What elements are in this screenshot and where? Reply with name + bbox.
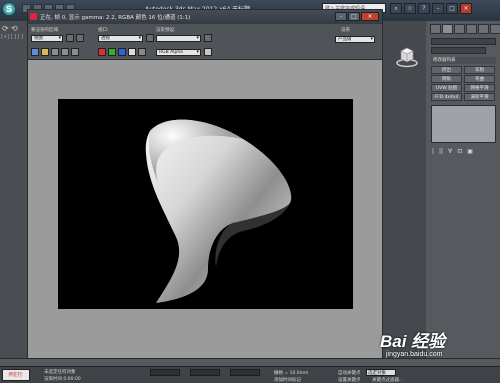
configure-sets-icon[interactable]: ▣ — [467, 148, 473, 155]
modifier-button[interactable]: FFD 4x4x4 — [431, 93, 462, 101]
unlink-icon[interactable]: ⟲ — [11, 25, 19, 33]
command-panel-tabs — [430, 24, 500, 34]
selection-status: 未选定任何对象 — [44, 370, 76, 375]
help-icon[interactable]: ? — [418, 3, 430, 14]
area-to-render-label: 要渲染的区域: — [31, 28, 60, 33]
render-preset-label: 渲染预设: — [156, 28, 176, 33]
modifier-stack[interactable] — [431, 105, 496, 143]
key-filter-button[interactable]: 关键点过滤器... — [372, 377, 403, 383]
coord-y-field[interactable] — [190, 369, 220, 376]
modifier-button[interactable]: 网格平滑 — [464, 84, 495, 92]
watermark-brand: Bai 经验 — [380, 332, 446, 351]
auto-region-icon[interactable] — [76, 34, 84, 42]
modifier-stack-tools: | || ∀ ⊡ ▣ — [432, 148, 473, 155]
modifier-button[interactable]: UVW 贴图 — [431, 84, 462, 92]
rendered-image — [58, 99, 353, 309]
maxscript-listener-button[interactable]: 所在行: — [2, 369, 30, 381]
tab-create[interactable] — [430, 24, 441, 34]
app-logo-letter: S — [6, 4, 13, 14]
frame-window-controls: – □ × — [335, 12, 379, 21]
link-icon[interactable]: ⟳ — [2, 25, 10, 33]
minimize-icon[interactable]: – — [432, 3, 444, 14]
modifier-list-dropdown[interactable]: 修改器列表 — [431, 57, 496, 64]
tab-display[interactable] — [478, 24, 489, 34]
add-time-tag-button[interactable]: 添加时间标记 — [274, 377, 301, 383]
object-color-field[interactable] — [431, 47, 486, 54]
remove-modifier-icon[interactable]: ⊡ — [457, 148, 462, 155]
pin-stack-icon[interactable]: | — [432, 148, 434, 155]
binoculars-icon[interactable]: ⌕ — [390, 3, 402, 14]
viewport-label[interactable]: [+] [ ] [ ] — [1, 34, 23, 40]
save-image-icon[interactable] — [31, 48, 39, 56]
status-bar: 所在行: 未选定任何对象 渲染时间 0:00:00 栅格 = 10.0mm 添加… — [0, 366, 500, 383]
close-icon[interactable]: × — [361, 12, 379, 21]
coord-x-field[interactable] — [150, 369, 180, 376]
frame-window-toolbar: 要渲染的区域: 视图 视口: 透视 渲染预设: 渲染 产品级 RGB Alpha — [28, 24, 382, 60]
alpha-channel-icon[interactable] — [128, 48, 136, 56]
green-channel-icon[interactable] — [108, 48, 116, 56]
modifier-button[interactable]: 挤出 — [431, 66, 462, 74]
rendered-object — [145, 119, 292, 303]
set-key-label: 设置关键点 — [338, 378, 361, 383]
render-label: 渲染 — [341, 28, 350, 33]
render-mode-dropdown[interactable]: 产品级 — [335, 36, 375, 43]
area-to-render-dropdown[interactable]: 视图 — [31, 35, 63, 42]
coord-z-field[interactable] — [230, 369, 260, 376]
watermark: Bai 经验 — [380, 327, 445, 352]
copy-image-icon[interactable] — [41, 48, 49, 56]
app-logo[interactable]: S — [2, 2, 16, 16]
clone-frame-icon[interactable] — [51, 48, 59, 56]
modifier-button[interactable]: 倒角 — [431, 75, 462, 83]
minimize-icon[interactable]: – — [335, 12, 347, 21]
tab-hierarchy[interactable] — [454, 24, 465, 34]
close-icon[interactable]: × — [460, 3, 472, 14]
object-name-field[interactable] — [431, 38, 496, 45]
make-unique-icon[interactable]: ∀ — [448, 148, 452, 155]
monochrome-icon[interactable] — [138, 48, 146, 56]
tab-motion[interactable] — [466, 24, 477, 34]
clear-image-icon[interactable] — [71, 48, 79, 56]
show-end-result-icon[interactable]: || — [439, 148, 443, 155]
viewcube-icon[interactable] — [396, 44, 418, 68]
render-setup-icon[interactable] — [204, 34, 212, 42]
modifier-button[interactable]: 弯曲 — [464, 75, 495, 83]
frame-window-title: 正在, 帧 0, 显示 gamma: 2.2, RGBA 颜色 16 位/通道 … — [40, 15, 191, 21]
maximize-icon[interactable]: □ — [446, 3, 458, 14]
print-image-icon[interactable] — [61, 48, 69, 56]
ribbon-area — [380, 21, 426, 366]
maximize-icon[interactable]: □ — [348, 12, 360, 21]
render-preset-dropdown[interactable] — [156, 35, 201, 42]
modifier-button[interactable]: 车削 — [464, 66, 495, 74]
selected-dropdown-label: 选定对象 — [368, 371, 386, 376]
modifier-button[interactable]: 涡轮平滑 — [464, 93, 495, 101]
render-time-status: 渲染时间 0:00:00 — [44, 377, 81, 382]
timeline-slider[interactable] — [0, 358, 500, 366]
red-channel-icon[interactable] — [98, 48, 106, 56]
edit-region-icon[interactable] — [66, 34, 74, 42]
viewport-dropdown[interactable]: 透视 — [98, 35, 143, 42]
star-icon[interactable]: ☆ — [404, 3, 416, 14]
display-channel-dropdown[interactable]: RGB Alpha — [156, 49, 201, 56]
tab-utilities[interactable] — [490, 24, 500, 34]
color-swatch-icon[interactable] — [204, 48, 212, 56]
lock-viewport-icon[interactable] — [146, 34, 154, 42]
frame-window-titlebar: 正在, 帧 0, 显示 gamma: 2.2, RGBA 颜色 16 位/通道 … — [28, 10, 382, 24]
left-toolbar: ⟳ ⟲ [+] [ ] [ ] — [0, 21, 27, 366]
tab-modify[interactable] — [442, 24, 453, 34]
frame-buffer-area — [28, 61, 382, 361]
viewport-label: 视口: — [98, 28, 109, 33]
teapot-icon — [30, 13, 37, 20]
window-controls: ⌕ ☆ ? – □ × — [390, 3, 472, 14]
watermark-url: jingyan.baidu.com — [386, 351, 443, 358]
grid-status: 栅格 = 10.0mm — [274, 371, 309, 376]
rendered-frame-window: 正在, 帧 0, 显示 gamma: 2.2, RGBA 颜色 16 位/通道 … — [27, 9, 383, 362]
blue-channel-icon[interactable] — [118, 48, 126, 56]
auto-key-label: 自动关键点 — [338, 371, 361, 376]
